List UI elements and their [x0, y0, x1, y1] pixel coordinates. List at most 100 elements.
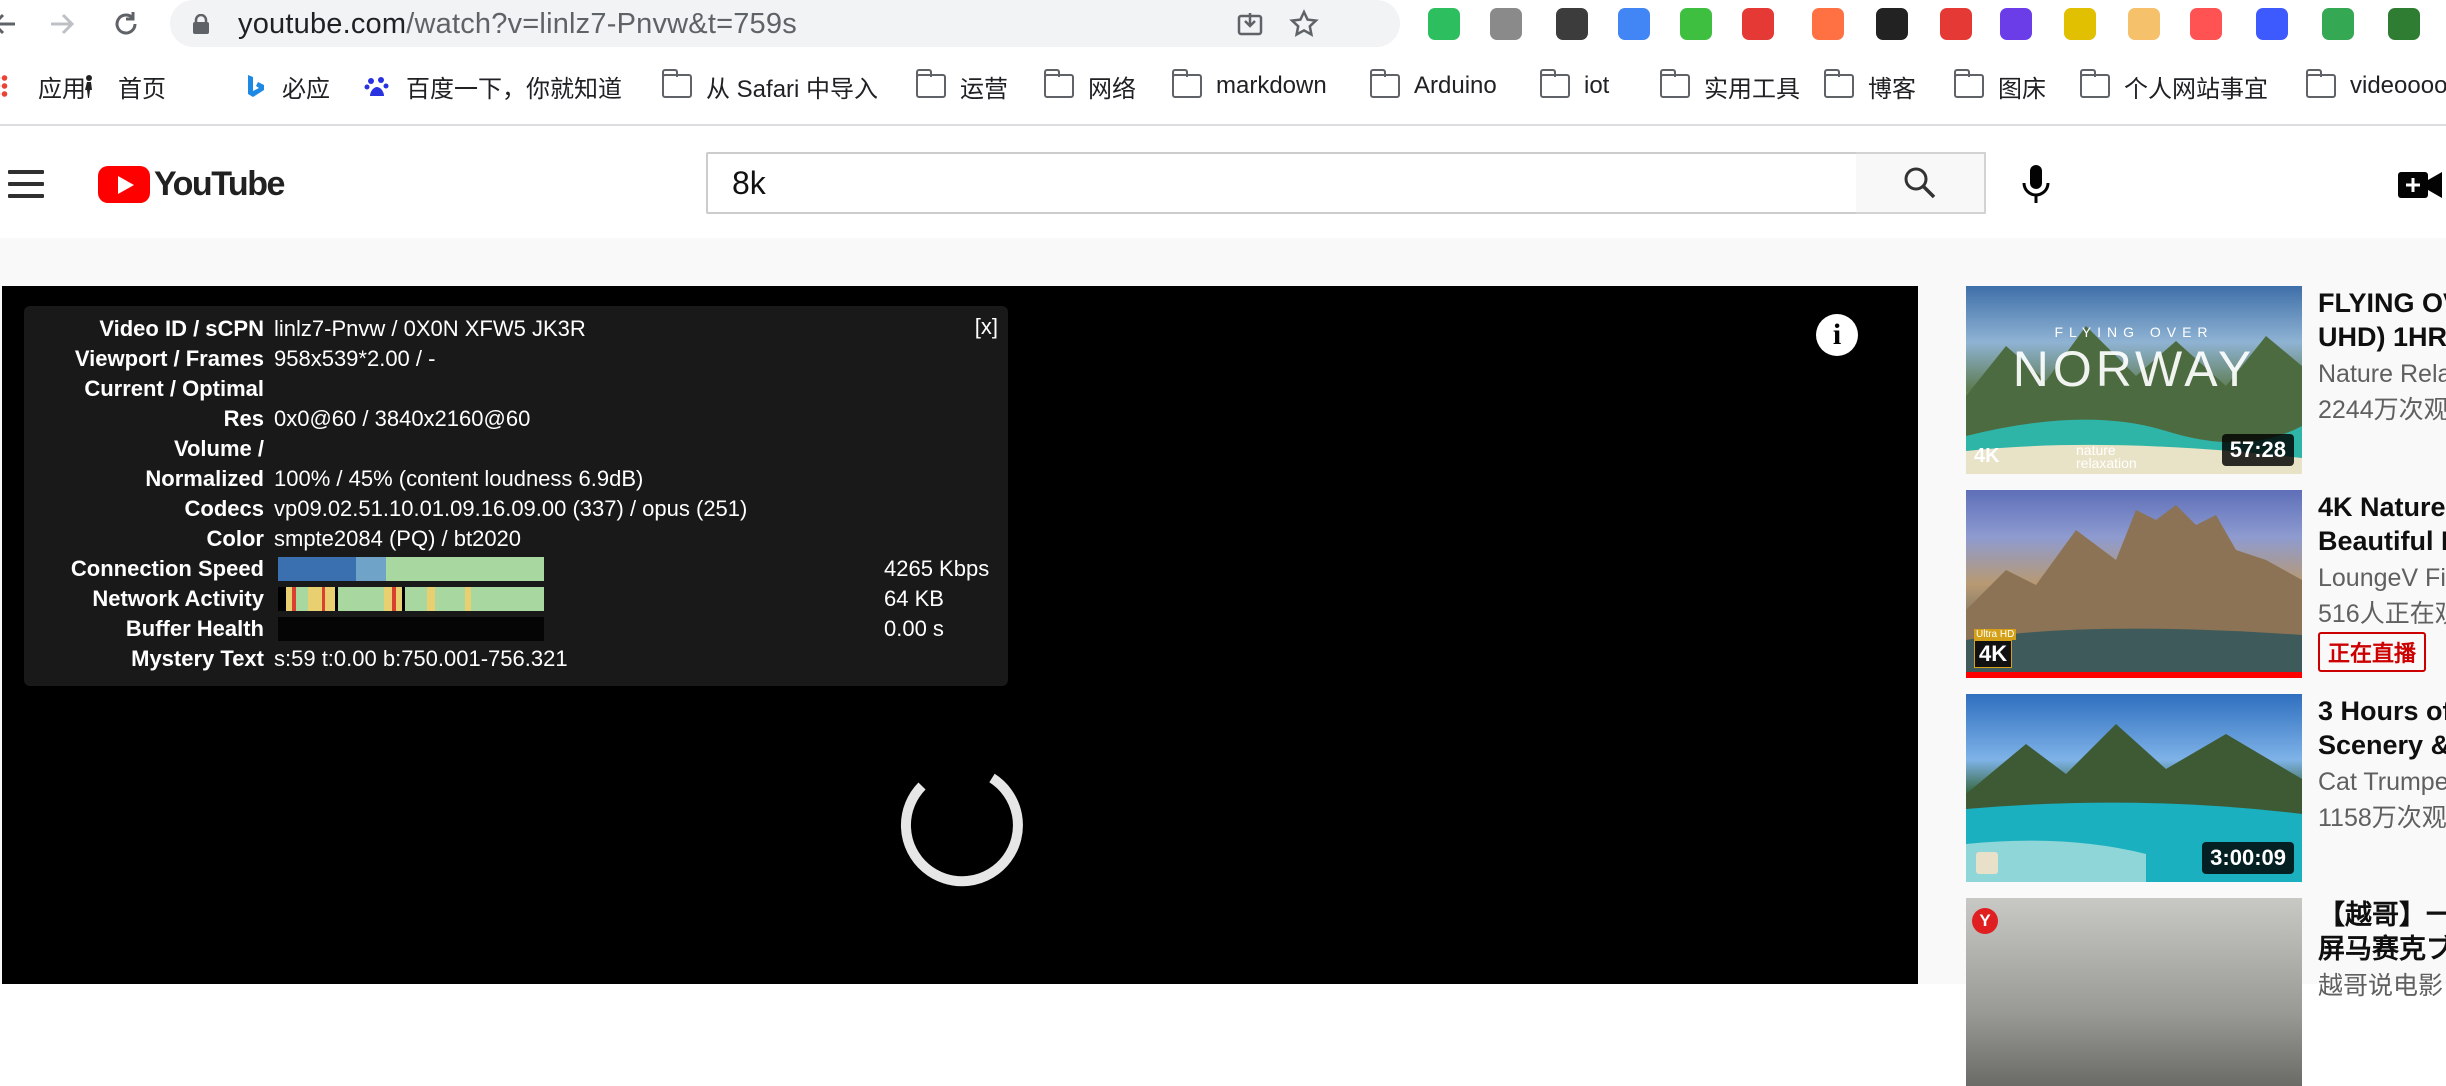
youtube-play-icon [98, 165, 150, 203]
channel-name[interactable]: LoungeV Fi [2318, 560, 2446, 596]
video-title[interactable]: FLYING OV UHD) 1HR [2318, 286, 2446, 354]
stat-value: s:59 t:0.00 b:750.001-756.321 [274, 646, 568, 671]
channel-name[interactable]: 越哥说电影 [2318, 968, 2443, 1004]
view-count: 1158万次观 [2318, 804, 2446, 832]
url-host: youtube.com [238, 8, 407, 40]
folder-icon [1953, 69, 1984, 98]
menu-icon[interactable] [8, 170, 44, 198]
extension-icon[interactable] [2064, 8, 2096, 40]
stat-value: 958x539*2.00 / - [274, 346, 436, 371]
bookmark-folder[interactable]: Arduino [1369, 68, 1497, 104]
graph-segment [325, 587, 335, 611]
bookmark-folder[interactable]: 图床 [1953, 68, 2046, 104]
extension-icon[interactable] [2190, 8, 2222, 40]
lock-icon [193, 14, 209, 34]
live-progress-bar [1966, 672, 2302, 678]
baidu-icon [364, 77, 389, 96]
extension-icon[interactable] [1680, 8, 1712, 40]
channel-name[interactable]: Nature Rela [2318, 356, 2446, 392]
stat-row: Codecs vp09.02.51.10.01.09.16.09.00 (337)… [24, 494, 1008, 524]
stat-label: Mystery Text [131, 646, 264, 671]
bookmark-folder[interactable]: 运营 [915, 68, 1008, 104]
bookmark-label: iot [1584, 72, 1610, 99]
bookmark-home[interactable]: 首页 [74, 68, 166, 104]
graph-segment [435, 587, 465, 611]
bookmark-baidu[interactable]: 百度一下，你就知道 [362, 68, 622, 104]
search-input[interactable] [708, 154, 1856, 212]
voice-search-button[interactable] [2014, 160, 2058, 208]
video-title[interactable]: 3 Hours of Scenery & [2318, 694, 2446, 762]
stat-value: 0.00 s [884, 616, 944, 641]
bookmark-folder[interactable]: 博客 [1823, 68, 1916, 104]
stat-row: Viewport / Frames 958x539*2.00 / - [24, 344, 1008, 374]
extension-icon[interactable] [1428, 8, 1460, 40]
video-title-line: Scenery & [2318, 730, 2446, 760]
view-count: 2244万次观 [2318, 396, 2446, 424]
extension-icon[interactable] [1940, 8, 1972, 40]
create-button[interactable] [2396, 168, 2446, 202]
extension-icon[interactable] [2322, 8, 2354, 40]
stat-label: Normalized [145, 466, 264, 491]
connection-graph [278, 557, 544, 581]
person-icon [85, 75, 92, 98]
video-thumbnail[interactable]: 3:00:09 [1966, 694, 2302, 882]
channel-name[interactable]: Cat Trumpe [2318, 764, 2446, 800]
stat-value: 64 KB [884, 586, 944, 611]
stat-label: Codecs [184, 496, 264, 521]
extension-icon[interactable] [2256, 8, 2288, 40]
stat-row: Res 0x0@60 / 3840x2160@60 [24, 404, 1008, 434]
bookmark-label: 从 Safari 中导入 [706, 75, 879, 103]
stat-value: linlz7-Pnvw / 0X0N XFW5 JK3R [274, 316, 586, 341]
search-button[interactable] [1856, 152, 1986, 214]
graph-segment [338, 587, 384, 611]
url-text: youtube.com/watch?v=linlz7-Pnvw&t=759s [238, 8, 797, 41]
bookmark-label: 首页 [118, 75, 166, 103]
video-player[interactable]: [x] Video ID / sCPN linlz7-Pnvw / 0X0N XF… [2, 286, 1918, 984]
stat-label: Color [206, 526, 264, 551]
stat-row: Video ID / sCPN linlz7-Pnvw / 0X0N XFW5 J… [24, 314, 1008, 344]
stat-row: Normalized 100% / 45% (content loudness 6… [24, 464, 1008, 494]
video-title-line: 3 Hours of [2318, 696, 2446, 726]
extension-icon[interactable] [1556, 8, 1588, 40]
reload-button[interactable] [108, 6, 144, 42]
bookmark-folder[interactable]: videoooo [2305, 68, 2446, 104]
extension-icon[interactable] [1490, 8, 1522, 40]
install-icon[interactable] [1234, 8, 1266, 40]
video-thumbnail[interactable]: FLYING OVER NORWAY 4K nature relaxation … [1966, 286, 2302, 474]
video-title-line: FLYING OV [2318, 288, 2446, 318]
bookmark-folder[interactable]: iot [1539, 68, 1610, 104]
extension-icon[interactable] [2388, 8, 2420, 40]
extension-icon[interactable] [1876, 8, 1908, 40]
info-icon[interactable]: i [1816, 314, 1858, 356]
stat-row: Mystery Text s:59 t:0.00 b:750.001-756.32… [24, 644, 1008, 674]
bookmark-folder[interactable]: 网络 [1043, 68, 1136, 104]
extension-icon[interactable] [1618, 8, 1650, 40]
extension-icon[interactable] [2128, 8, 2160, 40]
stats-for-nerds-panel: [x] Video ID / sCPN linlz7-Pnvw / 0X0N XF… [24, 306, 1008, 686]
bookmark-label: 百度一下，你就知道 [406, 75, 622, 103]
video-title-line: Beautiful F [2318, 526, 2446, 556]
bookmark-label: 实用工具 [1704, 75, 1800, 103]
bookmark-label: videoooo [2350, 72, 2446, 99]
bookmark-folder[interactable]: markdown [1171, 68, 1327, 104]
youtube-logo[interactable]: YouTube [98, 164, 285, 204]
extension-icon[interactable] [1742, 8, 1774, 40]
bookmark-folder[interactable]: 实用工具 [1659, 68, 1800, 104]
video-thumbnail[interactable]: 4K Ultra HD [1966, 490, 2302, 678]
address-bar[interactable]: youtube.com/watch?v=linlz7-Pnvw&t=759s [170, 0, 1400, 47]
bookmark-folder[interactable]: 从 Safari 中导入 [661, 68, 879, 104]
stat-value: smpte2084 (PQ) / bt2020 [274, 526, 522, 551]
video-title[interactable]: 【越哥】一 屏马赛克ブ [2318, 898, 2446, 966]
bookmark-folder[interactable]: 个人网站事宜 [2079, 68, 2268, 104]
search-field[interactable] [706, 152, 1858, 214]
extension-icon[interactable] [1812, 8, 1844, 40]
stat-row: Connection Speed 4265 Kbps [24, 554, 1008, 584]
forward-button[interactable] [44, 6, 80, 42]
stat-row: Color smpte2084 (PQ) / bt2020 [24, 524, 1008, 554]
bookmark-star-icon[interactable] [1288, 8, 1320, 40]
extension-icon[interactable] [2000, 8, 2032, 40]
video-thumbnail[interactable]: Y [1966, 898, 2302, 1086]
bookmark-bing[interactable]: 必应 [238, 68, 330, 104]
video-title[interactable]: 4K Nature Beautiful F [2318, 490, 2446, 558]
back-button[interactable] [0, 6, 22, 42]
